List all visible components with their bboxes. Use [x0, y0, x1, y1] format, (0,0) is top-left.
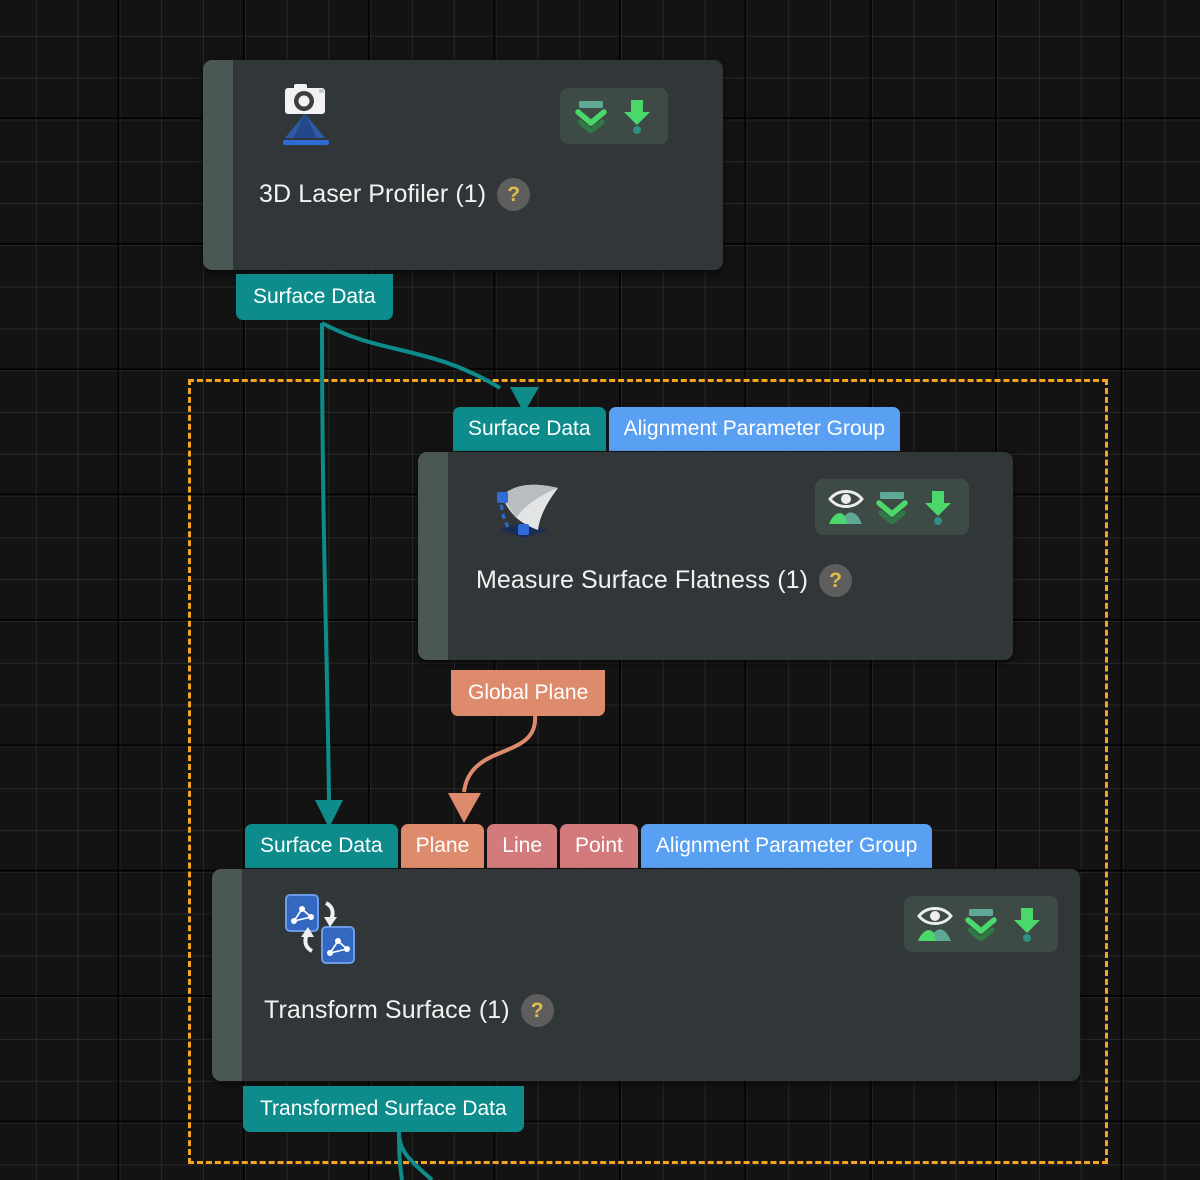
node-title-text: Transform Surface (1)	[264, 996, 510, 1024]
input-port-alignment-parameter-group[interactable]: Alignment Parameter Group	[608, 407, 901, 451]
collapse-icon[interactable]	[869, 485, 915, 529]
node-3d-laser-profiler[interactable]: 3D Laser Profiler (1) ?	[203, 60, 723, 270]
surface-flatness-icon	[488, 478, 568, 542]
eye-visibility-icon[interactable]	[823, 485, 869, 529]
node-title: Measure Surface Flatness (1) ?	[476, 564, 853, 597]
collapse-icon[interactable]	[958, 902, 1004, 946]
input-port-surface-data[interactable]: Surface Data	[453, 407, 606, 451]
node-transform-surface[interactable]: Transform Surface (1) ?	[212, 869, 1080, 1081]
node-title-text: 3D Laser Profiler (1)	[259, 180, 487, 208]
node-toolbar[interactable]	[904, 896, 1058, 952]
port-label: Surface Data	[468, 417, 591, 440]
input-ports-measure-surface-flatness[interactable]: Surface Data Alignment Parameter Group	[453, 407, 903, 451]
download-icon[interactable]	[915, 485, 961, 529]
camera-laser-icon	[273, 84, 339, 146]
help-icon[interactable]: ?	[819, 564, 853, 597]
input-port-surface-data[interactable]: Surface Data	[245, 824, 398, 868]
output-port-global-plane[interactable]: Global Plane	[451, 670, 606, 716]
port-label: Surface Data	[253, 285, 376, 308]
input-port-line[interactable]: Line	[487, 824, 557, 868]
output-port-transformed-surface-data[interactable]: Transformed Surface Data	[243, 1086, 524, 1132]
download-icon[interactable]	[614, 94, 660, 138]
help-icon[interactable]: ?	[520, 994, 554, 1027]
output-port-surface-data[interactable]: Surface Data	[236, 274, 393, 320]
port-label: Surface Data	[260, 834, 383, 857]
node-toolbar[interactable]	[815, 479, 969, 535]
port-label: Point	[575, 834, 623, 857]
port-label: Line	[502, 834, 542, 857]
port-label: Alignment Parameter Group	[623, 417, 886, 440]
input-port-point[interactable]: Point	[560, 824, 638, 868]
node-toolbar[interactable]	[560, 88, 668, 144]
input-port-plane[interactable]: Plane	[400, 824, 485, 868]
input-port-alignment-parameter-group[interactable]: Alignment Parameter Group	[640, 824, 933, 868]
node-accent-bar	[203, 60, 233, 270]
collapse-icon[interactable]	[568, 94, 614, 138]
node-accent-bar	[212, 869, 242, 1081]
node-accent-bar	[418, 452, 448, 660]
node-measure-surface-flatness[interactable]: Measure Surface Flatness (1) ?	[418, 452, 1013, 660]
eye-visibility-icon[interactable]	[912, 902, 958, 946]
port-label: Plane	[415, 834, 470, 857]
input-ports-transform-surface[interactable]: Surface Data Plane Line Point Alignment …	[245, 824, 935, 868]
node-graph-canvas[interactable]: 3D Laser Profiler (1) ? Surface Data Sur…	[0, 0, 1200, 1180]
transform-surface-icon	[282, 891, 362, 967]
download-icon[interactable]	[1004, 902, 1050, 946]
port-label: Transformed Surface Data	[260, 1097, 507, 1120]
node-title: 3D Laser Profiler (1) ?	[259, 178, 531, 211]
port-label: Alignment Parameter Group	[655, 834, 918, 857]
node-title: Transform Surface (1) ?	[264, 994, 554, 1027]
node-title-text: Measure Surface Flatness (1)	[476, 566, 809, 594]
help-icon[interactable]: ?	[497, 178, 531, 211]
port-label: Global Plane	[468, 681, 589, 704]
